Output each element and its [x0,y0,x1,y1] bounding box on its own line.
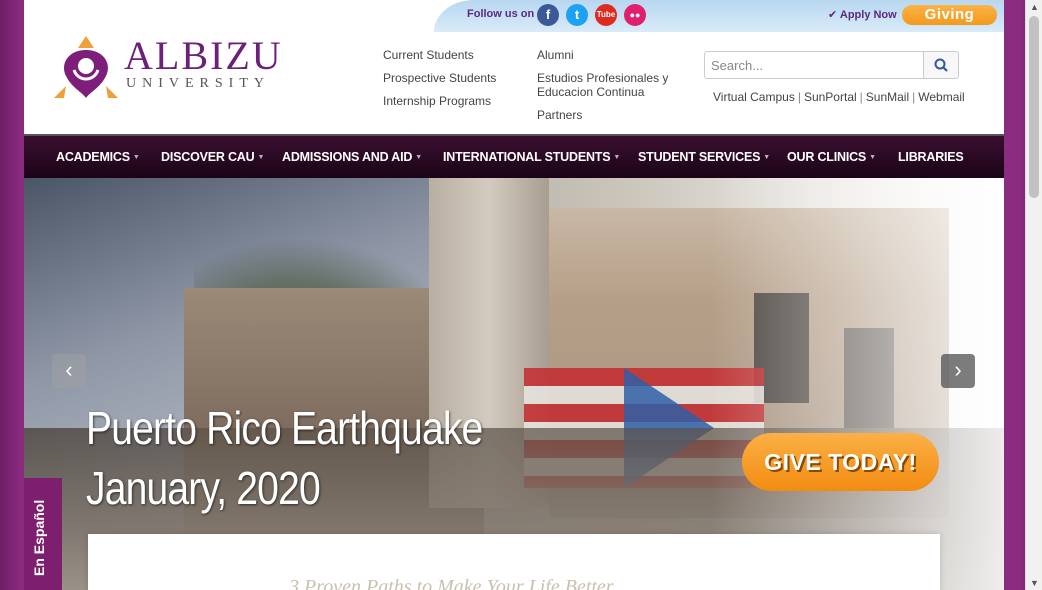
nav-international-students[interactable]: INTERNATIONAL STUDENTS ▼ [443,150,620,164]
apply-now-link[interactable]: ✔ Apply Now [828,8,897,21]
nav-our-clinics[interactable]: OUR CLINICS ▼ [787,150,876,164]
apply-now-label: Apply Now [839,9,897,21]
hero-title-line-1: Puerto Rico Earthquake [86,402,483,454]
chevron-down-icon: ▼ [415,154,422,162]
webmail-link[interactable]: Webmail [918,90,964,104]
content-card-heading: 3 Proven Paths to Make Your Life Better [289,576,614,590]
hero-slider: Puerto Rico Earthquake January, 2020 GIV… [24,178,1004,590]
chevron-down-icon: ▼ [613,154,621,162]
page: Follow us on f t Tube ●● ✔ Apply Now Giv… [24,0,1004,590]
virtual-campus-link[interactable]: Virtual Campus [713,90,795,104]
quicklinks-column-2: Alumni Estudios Profesionales y Educacio… [537,48,687,131]
hero-title-line-2: January, 2020 [86,462,321,514]
nav-discover-cau[interactable]: DISCOVER CAU ▼ [161,150,264,164]
nav-student-services[interactable]: STUDENT SERVICES ▼ [638,150,770,164]
search-button[interactable] [923,51,959,79]
hero-title: Puerto Rico Earthquake January, 2020 [86,398,483,518]
language-toggle-tab[interactable]: En Español [24,478,62,590]
follow-us-label: Follow us on [467,8,535,20]
albizu-emblem-icon [54,36,118,98]
chevron-down-icon: ▼ [869,154,876,162]
current-students-link[interactable]: Current Students [383,48,496,62]
sunportal-link[interactable]: SunPortal [804,90,857,104]
alumni-link[interactable]: Alumni [537,48,687,62]
slider-next-arrow-icon[interactable]: › [941,354,975,388]
slider-prev-arrow-icon[interactable]: ‹ [52,354,86,388]
give-today-button[interactable]: GIVE TODAY! [742,433,939,491]
partners-link[interactable]: Partners [537,108,687,122]
quicklinks-column-1: Current Students Prospective Students In… [383,48,496,117]
check-icon: ✔ [828,9,838,21]
twitter-icon[interactable]: t [566,4,588,26]
portal-links: Virtual Campus | SunPortal | SunMail | Webmail [713,90,965,104]
chevron-down-icon: ▼ [132,154,140,162]
prospective-students-link[interactable]: Prospective Students [383,71,496,85]
flickr-icon[interactable]: ●● [624,4,646,26]
logo-name: ALBIZU [124,33,283,78]
internship-programs-link[interactable]: Internship Programs [383,94,496,108]
albizu-logo[interactable]: ALBIZU UNIVERSITY [54,36,304,100]
search-icon [934,58,948,72]
top-bar: Follow us on f t Tube ●● ✔ Apply Now Giv… [24,0,1004,32]
nav-academics[interactable]: ACADEMICS ▼ [56,150,140,164]
youtube-icon[interactable]: Tube [595,4,617,26]
scroll-down-icon[interactable]: ▼ [1030,578,1039,588]
main-nav: ACADEMICS ▼ DISCOVER CAU ▼ ADMISSIONS AND … [24,134,1004,178]
chevron-down-icon: ▼ [763,154,771,162]
sunmail-link[interactable]: SunMail [866,90,909,104]
page-scrollbar[interactable]: ▲ ▼ [1025,0,1042,590]
scroll-thumb[interactable] [1029,16,1039,198]
estudios-profesionales-link[interactable]: Estudios Profesionales y Educacion Conti… [537,71,687,99]
giving-button[interactable]: Giving [902,5,997,25]
scroll-up-icon[interactable]: ▲ [1030,2,1039,12]
nav-admissions-and-aid[interactable]: ADMISSIONS AND AID ▼ [282,150,422,164]
language-label: En Español [31,499,47,576]
logo-subtitle: UNIVERSITY [126,76,270,91]
chevron-down-icon: ▼ [257,154,265,162]
nav-libraries[interactable]: LIBRARIES [898,150,964,164]
facebook-icon[interactable]: f [537,4,559,26]
search-input[interactable]: Search... [704,51,924,79]
